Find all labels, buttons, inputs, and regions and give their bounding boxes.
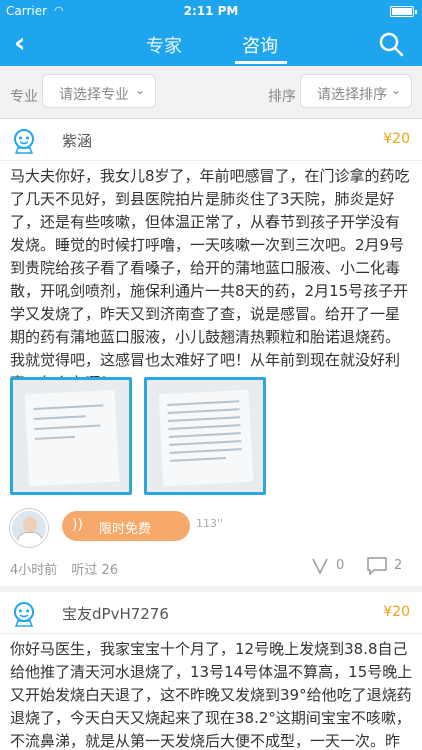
status-bar: Carrier ◠ 2:11 PM [0,0,422,22]
filter-bar: 专业 请选择专业 ⌄ 排序 请选择排序 ⌄ [0,66,422,119]
like-count: 0 [336,558,345,573]
user-name: 宝友dPvH7276 [62,605,169,623]
specialty-select[interactable]: 请选择专业 ⌄ [42,74,156,108]
card-header: 紫涵 ¥20 [0,119,422,161]
user-avatar-icon [14,602,34,627]
comment-icon[interactable] [366,556,388,576]
price-tag: ¥20 [383,604,410,620]
battery-icon [390,6,417,17]
post-time: 4小时前 [10,563,58,578]
consultation-card[interactable]: 紫涵 ¥20 马大夫你好，我女儿8岁了，年前吧感冒了，在门诊拿的药吃了几天不见好… [0,119,422,586]
chevron-left-icon[interactable]: ‹ [14,28,26,58]
comment-count: 2 [394,558,403,573]
audio-label: 限时免费 [99,522,152,537]
specialty-select-value: 请选择专业 [59,87,129,103]
tab-experts[interactable]: 专家 [146,32,182,58]
audio-duration: 113'' [196,517,224,530]
navigation-bar: ‹ 专家 咨询 [0,22,422,66]
specialty-label: 专业 [10,89,38,105]
user-name: 紫涵 [62,132,93,150]
like-icon[interactable] [310,556,330,576]
search-icon[interactable] [378,31,404,57]
consultation-card[interactable]: 宝友dPvH7276 ¥20 你好马医生，我家宝宝十个月了，12号晚上发烧到38… [0,592,422,750]
chevron-down-icon: ⌄ [134,83,145,97]
chevron-down-icon: ⌄ [390,83,401,97]
user-avatar-icon [14,129,34,154]
tab-consult[interactable]: 咨询 [242,32,278,58]
price-tag: ¥20 [383,131,410,147]
sort-select-value: 请选择排序 [317,87,387,103]
audio-answer-button[interactable]: )) 限时免费 [62,511,190,541]
post-actions: 0 2 [310,555,410,577]
attachment-image[interactable] [10,377,132,495]
question-text: 马大夫你好，我女儿8岁了，年前吧感冒了，在门诊拿的药吃了几天不见好，到县医院拍片… [10,167,410,392]
card-header: 宝友dPvH7276 ¥20 [0,592,422,634]
listen-count: 听过 26 [71,563,119,578]
active-tab-indicator [235,61,287,64]
sound-wave-icon: )) [72,517,83,533]
attachment-image[interactable] [144,377,266,495]
doctor-avatar[interactable] [10,509,48,547]
sort-select[interactable]: 请选择排序 ⌄ [300,74,412,108]
post-meta: 4小时前 听过 26 [10,559,118,578]
question-text: 你好马医生，我家宝宝十个月了，12号晚上发烧到38.8自己给他推了清天河水退烧了… [10,640,413,748]
sort-label: 排序 [268,89,296,105]
status-time: 2:11 PM [183,4,239,18]
